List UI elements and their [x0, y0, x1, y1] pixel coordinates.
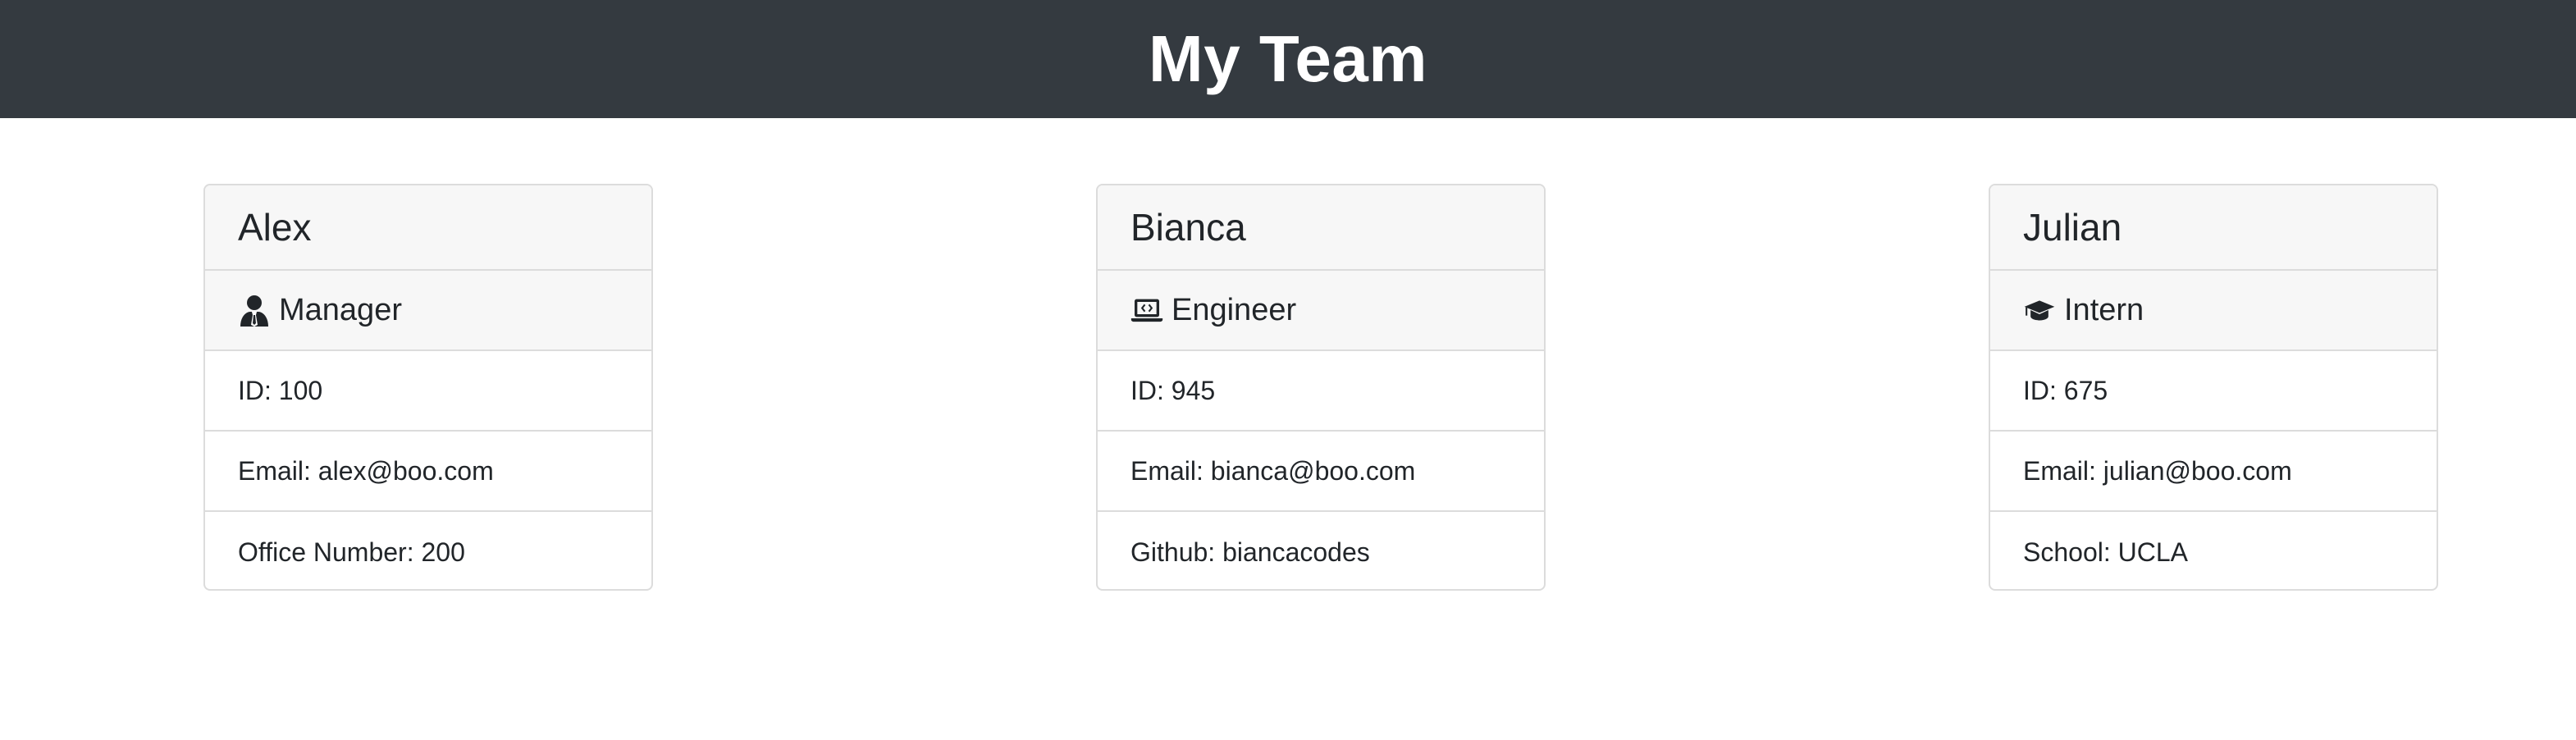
- member-email: Email: julian@boo.com: [1990, 432, 2437, 512]
- member-role: Manager: [279, 292, 402, 327]
- card-role-bar: Manager: [205, 271, 651, 351]
- member-name: Julian: [2023, 206, 2122, 249]
- member-email: Email: bianca@boo.com: [1098, 432, 1544, 512]
- card-header: Bianca: [1098, 185, 1544, 271]
- member-school: School: UCLA: [2023, 537, 2188, 567]
- card-header: Alex: [205, 185, 651, 271]
- member-name: Bianca: [1130, 206, 1246, 249]
- card-header: Julian: [1990, 185, 2437, 271]
- team-member-card: Julian Intern ID: 675 Email: julian@boo.…: [1989, 184, 2438, 591]
- member-github: Github: biancacodes: [1130, 537, 1370, 567]
- page-title: My Team: [1149, 22, 1427, 95]
- member-id: ID: 675: [1990, 351, 2437, 432]
- member-role: Intern: [2064, 292, 2144, 327]
- member-id: ID: 945: [1098, 351, 1544, 432]
- manager-icon: [238, 294, 271, 327]
- member-role: Engineer: [1172, 292, 1297, 327]
- graduation-cap-icon: [2023, 294, 2056, 327]
- member-name: Alex: [238, 206, 312, 249]
- laptop-code-icon: [1130, 294, 1163, 327]
- team-member-card: Bianca Engineer ID: 945 Email: bianca@bo…: [1096, 184, 1546, 591]
- member-id: ID: 100: [205, 351, 651, 432]
- page-header: My Team: [0, 0, 2576, 118]
- team-member-card: Alex Manager ID: 100 Email: alex@boo.com…: [203, 184, 653, 591]
- card-role-bar: Engineer: [1098, 271, 1544, 351]
- card-role-bar: Intern: [1990, 271, 2437, 351]
- member-email: Email: alex@boo.com: [205, 432, 651, 512]
- member-office-number: Office Number: 200: [238, 537, 465, 567]
